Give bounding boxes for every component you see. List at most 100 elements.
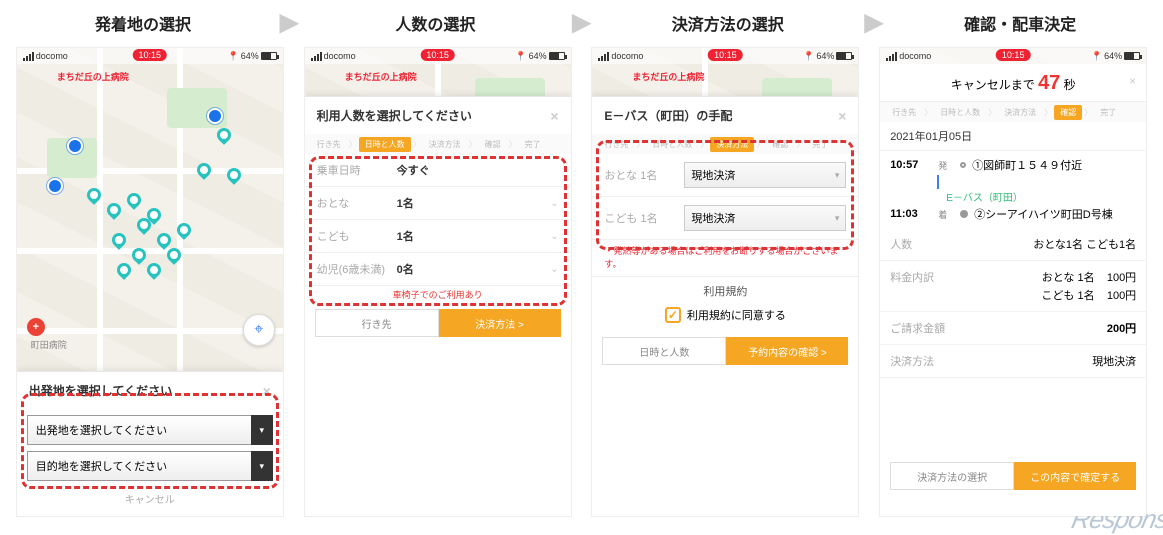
chevron-down-icon: ▾ <box>251 415 273 445</box>
arr-time: 11:03 <box>890 208 932 220</box>
chevron-right-icon: ▶ <box>572 8 590 37</box>
stepper-step: 行き先 <box>311 137 347 152</box>
map-poi-icon <box>207 108 223 124</box>
hospital-icon: + <box>27 318 45 336</box>
cancel-countdown: キャンセルまで 47 秒 × <box>880 64 1146 102</box>
pax-label: 人数 <box>890 236 912 252</box>
close-icon[interactable]: × <box>263 383 271 399</box>
payment-sheet: E－バス（町田）の手配 × 行き先〉 日時と人数〉 決済方法〉 確認〉 完了 お… <box>592 96 858 516</box>
departure-select[interactable]: 出発地を選択してください ▾ <box>27 415 273 445</box>
cancel-link[interactable]: キャンセル <box>17 487 283 510</box>
flow-step-2: 人数の選択 <box>302 11 568 35</box>
next-button[interactable]: 決済方法 > <box>439 309 561 337</box>
chevron-right-icon: ▶ <box>865 8 883 37</box>
status-time: 10:15 <box>996 49 1031 61</box>
total-label: ご請求金額 <box>890 320 945 336</box>
flow-step-1: 発着地の選択 <box>10 11 276 35</box>
origin-dot-icon <box>960 162 966 168</box>
status-time: 10:15 <box>708 49 743 61</box>
infant-select[interactable]: 幼児(6歳未満) 0名 ⌄ <box>305 253 571 286</box>
map-poi-icon <box>47 178 63 194</box>
chevron-down-icon: ⌄ <box>550 264 558 275</box>
pax-value: おとな1名 こども1名 <box>1033 236 1136 252</box>
child-payment-row: こども 1名 現地決済▾ <box>592 197 858 240</box>
pay-method-label: 決済方法 <box>890 353 934 369</box>
map-poi-icon <box>67 138 83 154</box>
crosshair-icon: ⌖ <box>254 321 263 339</box>
gps-icon: 📍 <box>228 51 239 62</box>
stepper: 行き先〉 日時と人数〉 決済方法〉 確認〉 完了 <box>305 134 571 154</box>
stepper-step: 完了 <box>519 137 547 152</box>
destination-select-label: 目的地を選択してください <box>27 451 273 481</box>
dep-time: 10:57 <box>890 159 932 171</box>
flow-step-3: 決済方法の選択 <box>595 11 861 35</box>
battery-icon <box>261 52 277 60</box>
child-select[interactable]: こども 1名 ⌄ <box>305 220 571 253</box>
map-title: まちだ丘の上病院 <box>57 70 129 83</box>
stepper: 行き先〉 日時と人数〉 決済方法〉 確認〉 完了 <box>592 134 858 154</box>
agree-label: 利用規約に同意する <box>687 307 786 323</box>
chevron-down-icon: ▾ <box>835 213 840 224</box>
flow-header: 発着地の選択 ▶ 人数の選択 ▶ 決済方法の選択 ▶ 確認・配車決定 <box>0 0 1163 43</box>
pay-method-value: 現地決済 <box>1092 353 1136 369</box>
close-icon[interactable]: × <box>1129 74 1136 88</box>
itinerary: 10:57 発 ①図師町１５４９付近 E－バス（町田） 11:03 着 ②シーア… <box>880 151 1146 228</box>
battery-pct: 64% <box>241 51 259 61</box>
locate-button[interactable]: ⌖ <box>243 314 275 346</box>
chevron-down-icon: ⌄ <box>550 231 558 242</box>
next-button[interactable]: 予約内容の確認 > <box>726 337 848 365</box>
confirm-button[interactable]: この内容で確定する <box>1014 462 1136 490</box>
sheet-title: E－バス（町田）の手配 <box>604 107 732 124</box>
sheet-title: 利用人数を選択してください <box>317 107 472 124</box>
back-button[interactable]: 決済方法の選択 <box>890 462 1014 490</box>
arr-place: ②シーアイハイツ町田D号棟 <box>974 206 1113 222</box>
sheet-title: 出発地を選択してください <box>29 382 172 399</box>
signal-icon <box>23 52 34 61</box>
dest-dot-icon <box>960 210 968 218</box>
destination-select[interactable]: 目的地を選択してください ▾ <box>27 451 273 481</box>
stepper-step: 確認 <box>479 137 507 152</box>
screen-select-pax: まちだ丘の上病院 docomo 📍64% 10:15 利用人数を選択してください… <box>304 47 572 517</box>
agree-row[interactable]: ✓ 利用規約に同意する <box>592 303 858 331</box>
fare-label: 料金内訳 <box>890 269 934 285</box>
carrier: docomo <box>36 51 68 61</box>
service-name: E－バス（町田） <box>890 189 1136 204</box>
checkbox-checked-icon[interactable]: ✓ <box>665 307 681 323</box>
hospital-label: 町田病院 <box>31 338 67 351</box>
departure-select-label: 出発地を選択してください <box>27 415 273 445</box>
adult-payment-row: おとな 1名 現地決済▾ <box>592 154 858 197</box>
close-icon[interactable]: × <box>550 108 558 124</box>
chevron-right-icon: ▶ <box>280 8 298 37</box>
terms-heading: 利用規約 <box>592 276 858 303</box>
stepper: 行き先〉 日時と人数〉 決済方法〉 確認〉 完了 <box>880 102 1146 122</box>
adult-select[interactable]: おとな 1名 ⌄ <box>305 187 571 220</box>
flow-step-4: 確認・配車決定 <box>887 11 1153 35</box>
confirm-sheet: キャンセルまで 47 秒 × 行き先〉 日時と人数〉 決済方法〉 確認〉 完了 … <box>880 64 1146 516</box>
ride-time-value: 今すぐ <box>397 162 559 178</box>
map-title: まちだ丘の上病院 <box>345 70 417 83</box>
total-value: 200円 <box>1107 320 1136 336</box>
screen-select-origin: + 町田病院 まちだ丘の上病院 docomo 📍 64% 10:15 ⌖ 出発地… <box>16 47 284 517</box>
route-line-icon <box>937 175 939 189</box>
wheelchair-note: 車椅子でのご利用あり <box>305 286 571 303</box>
chevron-down-icon: ⌄ <box>550 198 558 209</box>
back-button[interactable]: 行き先 <box>315 309 439 337</box>
screen-confirm: まちだ丘の上病院 docomo 📍64% 10:15 キャンセルまで 47 秒 … <box>879 47 1147 517</box>
child-payment-select[interactable]: 現地決済▾ <box>684 205 846 231</box>
pax-sheet: 利用人数を選択してください × 行き先〉 日時と人数〉 決済方法〉 確認〉 完了… <box>305 96 571 516</box>
stepper-step-active: 日時と人数 <box>359 137 411 152</box>
ride-date: 2021年01月05日 <box>880 122 1146 151</box>
origin-sheet: 出発地を選択してください × 出発地を選択してください ▾ 目的地を選択してくだ… <box>17 371 283 516</box>
stepper-step: 決済方法 <box>423 137 467 152</box>
screen-payment: まちだ丘の上病院 docomo 📍64% 10:15 E－バス（町田）の手配 ×… <box>591 47 859 517</box>
ride-time-label: 乗車日時 <box>317 162 397 178</box>
fever-note: ・発熱等がある場合はご利用をお断りする場合がございます。 <box>592 240 858 272</box>
close-icon[interactable]: × <box>838 108 846 124</box>
dep-place: ①図師町１５４９付近 <box>972 157 1082 173</box>
back-button[interactable]: 日時と人数 <box>602 337 726 365</box>
status-time: 10:15 <box>420 49 455 61</box>
chevron-down-icon: ▾ <box>251 451 273 481</box>
status-time: 10:15 <box>133 49 168 61</box>
adult-payment-select[interactable]: 現地決済▾ <box>684 162 846 188</box>
chevron-down-icon: ▾ <box>835 170 840 181</box>
